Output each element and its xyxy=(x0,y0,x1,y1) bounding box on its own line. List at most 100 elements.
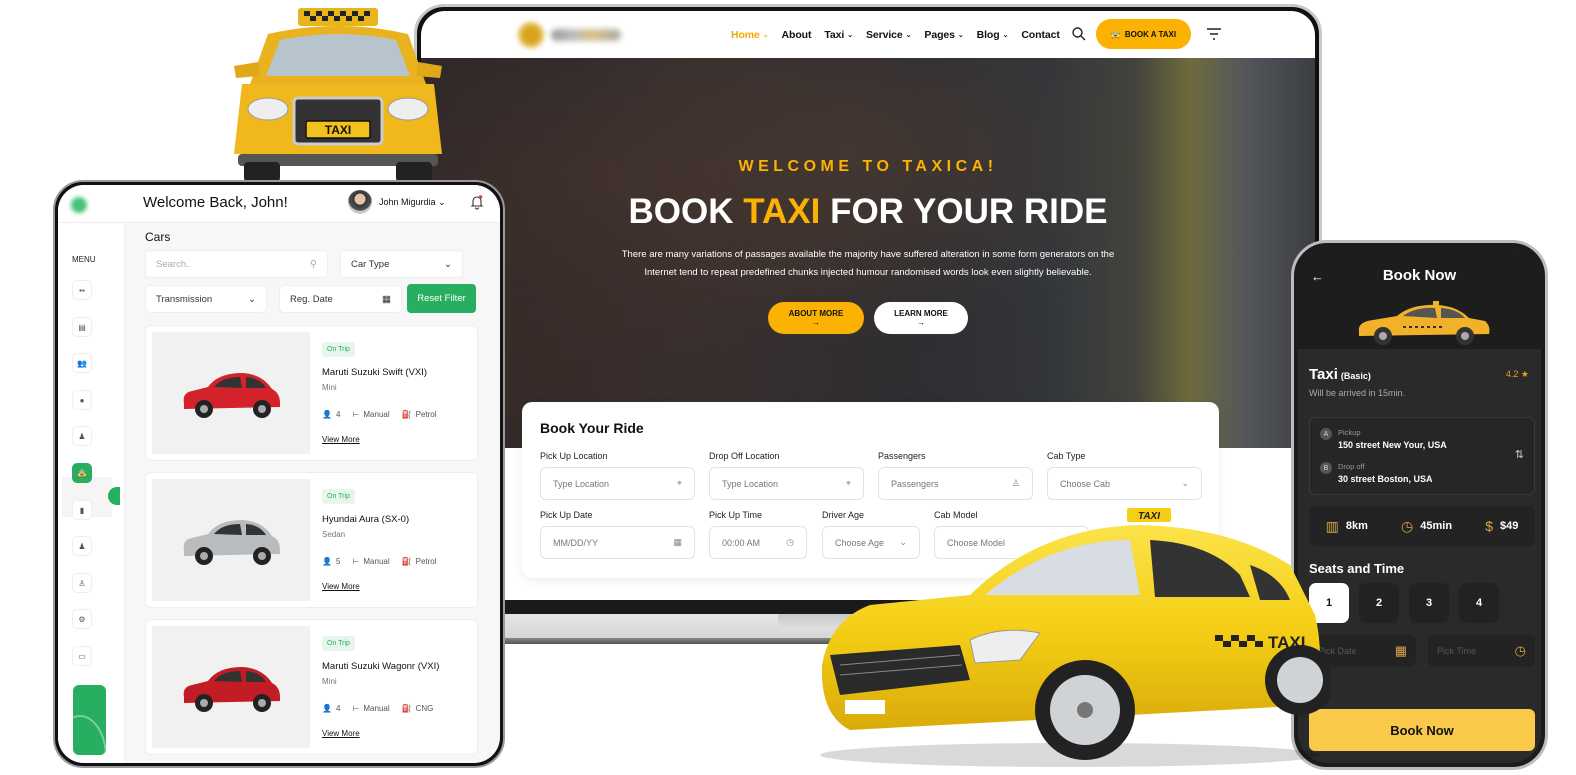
seat-option-2[interactable]: 2 xyxy=(1359,583,1399,623)
svg-text:TAXI: TAXI xyxy=(325,123,351,137)
welcome-message: Welcome Back, John! xyxy=(143,194,288,211)
book-now-button[interactable]: Book Now xyxy=(1309,709,1535,751)
car-image xyxy=(152,479,310,601)
car-name: Maruti Suzuki Swift (VXI) xyxy=(322,367,428,378)
sidebar-item-users[interactable]: 👥 xyxy=(72,353,92,373)
dashboard-logo[interactable] xyxy=(71,197,87,213)
sidebar-promo-card[interactable] xyxy=(73,685,106,755)
pickup-marker: A xyxy=(1320,428,1332,440)
sidebar-item-profile[interactable]: ● xyxy=(72,390,92,410)
screen-title: Book Now xyxy=(1382,267,1457,284)
sidebar-item-cars[interactable]: 🚖 xyxy=(72,463,92,483)
car-card[interactable]: On Trip Hyundai Aura (SX-0) Sedan 👤 5 ⊢ Ma… xyxy=(145,472,478,608)
car-icon: 🚖 xyxy=(77,468,87,478)
site-logo[interactable] xyxy=(517,21,627,49)
transmission-select[interactable]: Transmission ⌄ xyxy=(145,285,267,313)
taxi-name: Taxi (Basic) xyxy=(1309,366,1371,383)
chevron-down-icon: ⌄ xyxy=(438,197,446,207)
reset-filter-button[interactable]: Reset Filter xyxy=(407,284,476,313)
distance-stat: ▥ 8km xyxy=(1325,517,1368,534)
nav-item-service[interactable]: Service ⌄ xyxy=(866,29,912,41)
pick-time-input[interactable]: Pick Time ◷ xyxy=(1428,635,1535,667)
learn-more-button[interactable]: LEARN MORE → xyxy=(874,302,968,334)
car-type: Mini xyxy=(322,677,337,686)
car-specs: 👤 4 ⊢ Manual ⛽ Petrol xyxy=(322,410,437,419)
calendar-icon: ▦ xyxy=(1394,643,1407,658)
user-settings-icon: ♙ xyxy=(78,578,86,588)
cab-type-select[interactable]: Choose Cab ⌄ xyxy=(1047,467,1202,500)
search-input[interactable]: Search.. ⚲ xyxy=(145,250,328,278)
dashboard-icon: ▪▪ xyxy=(79,285,85,295)
sidebar-item-calendar[interactable]: ▤ xyxy=(72,317,92,337)
nav-item-pages[interactable]: Pages ⌄ xyxy=(924,29,963,41)
sidebar-item-staff[interactable]: ♟ xyxy=(72,536,92,556)
pickup-date-input[interactable]: MM/DD/YY ▦ xyxy=(540,526,695,559)
search-icon[interactable] xyxy=(1071,26,1087,42)
nav-item-taxi[interactable]: Taxi ⌄ xyxy=(824,29,853,41)
pickup-time-input[interactable]: 00:00 AM ◷ xyxy=(709,526,807,559)
passengers-input[interactable]: Passengers ♙ xyxy=(878,467,1033,500)
sidebar-item-settings[interactable]: ⚙ xyxy=(72,609,92,629)
chevron-down-icon: ⌄ xyxy=(905,31,912,39)
transmission-spec: ⊢ Manual xyxy=(352,410,390,419)
driver-icon: ♟ xyxy=(78,431,86,441)
dropoff-address[interactable]: 30 street Boston, USA xyxy=(1338,474,1433,484)
car-specs: 👤 5 ⊢ Manual ⛽ Petrol xyxy=(322,557,437,566)
search-icon: ⚲ xyxy=(310,258,317,270)
car-card[interactable]: On Trip Maruti Suzuki Wagonr (VXI) Mini … xyxy=(145,619,478,755)
pickup-address[interactable]: 150 street New Your, USA xyxy=(1338,440,1447,450)
gear-shift-icon: ⊢ xyxy=(352,704,360,713)
fuel-pump-icon: ⛽ xyxy=(401,557,412,566)
main-menu: Home ⌄ About Taxi ⌄ Service ⌄ Pages ⌄ Blog ⌄ … xyxy=(731,11,1060,58)
car-illustration xyxy=(183,667,280,712)
car-card[interactable]: On Trip Maruti Suzuki Swift (VXI) Mini 👤… xyxy=(145,325,478,461)
settings-icon: ⚙ xyxy=(78,614,86,624)
nav-item-about[interactable]: About xyxy=(782,29,812,41)
arrival-time: Will be arrived in 15min. xyxy=(1309,388,1406,398)
chevron-down-icon: ⌄ xyxy=(248,293,256,305)
swap-icon[interactable]: ⇅ xyxy=(1515,448,1524,461)
clipboard-icon: ▮ xyxy=(79,505,85,515)
dropoff-location-input[interactable]: Type Location ⌖ xyxy=(709,467,864,500)
car-type-select[interactable]: Car Type ⌄ xyxy=(340,250,463,278)
view-more-link[interactable]: View More xyxy=(322,729,360,738)
about-more-button[interactable]: ABOUT MORE → xyxy=(768,302,864,334)
cars-section: Cars Search.. ⚲ Car Type ⌄ Transmission ⌄ R… xyxy=(145,223,500,763)
bell-icon[interactable] xyxy=(470,194,484,210)
clock-icon: ◷ xyxy=(786,537,794,547)
nav-item-blog[interactable]: Blog ⌄ xyxy=(977,29,1009,41)
chevron-down-icon: ⌄ xyxy=(957,31,964,39)
seat-option-3[interactable]: 3 xyxy=(1409,583,1449,623)
status-badge: On Trip xyxy=(322,489,355,504)
car-image xyxy=(152,332,310,454)
reg-date-input[interactable]: Reg. Date ▦ xyxy=(279,285,402,313)
showcase-stage: Home ⌄ About Taxi ⌄ Service ⌄ Pages ⌄ Blog ⌄ … xyxy=(0,0,1576,775)
calendar-icon: ▦ xyxy=(673,537,682,547)
sidebar-item-drivers[interactable]: ♟ xyxy=(72,426,92,446)
trip-stats: ▥ 8km ◷ 45min $ $49 xyxy=(1309,506,1535,546)
avatar[interactable] xyxy=(348,190,372,214)
book-a-taxi-button[interactable]: 🚖 BOOK A TAXI xyxy=(1096,19,1191,49)
nav-item-contact[interactable]: Contact xyxy=(1021,29,1059,41)
dollar-icon: $ xyxy=(1485,518,1494,534)
sidebar-item-wallet[interactable]: ▭ xyxy=(72,646,92,666)
sidebar-item-dashboard[interactable]: ▪▪ xyxy=(72,280,92,300)
pickup-location-input[interactable]: Type Location ⌖ xyxy=(540,467,695,500)
chevron-down-icon: ⌄ xyxy=(847,31,853,39)
sidebar-item-reports[interactable]: ▮ xyxy=(72,500,92,520)
user-icon: 👤 xyxy=(322,704,332,713)
nav-item-home[interactable]: Home ⌄ xyxy=(731,29,769,41)
duration-stat: ◷ 45min xyxy=(1401,517,1453,534)
users-icon: 👥 xyxy=(77,358,87,368)
view-more-link[interactable]: View More xyxy=(322,582,360,591)
car-specs: 👤 4 ⊢ Manual ⛽ CNG xyxy=(322,704,433,713)
car-name: Maruti Suzuki Wagonr (VXI) xyxy=(322,661,440,672)
dropoff-marker: B xyxy=(1320,462,1332,474)
fuel-spec: ⛽ CNG xyxy=(401,704,434,713)
seat-option-4[interactable]: 4 xyxy=(1459,583,1499,623)
user-menu[interactable]: John Migurdia ⌄ xyxy=(379,197,446,208)
filter-menu-icon[interactable] xyxy=(1205,25,1223,43)
hero-eyebrow: WELCOME TO TAXICA! xyxy=(738,158,998,175)
sidebar-item-user-settings[interactable]: ♙ xyxy=(72,573,92,593)
view-more-link[interactable]: View More xyxy=(322,435,360,444)
